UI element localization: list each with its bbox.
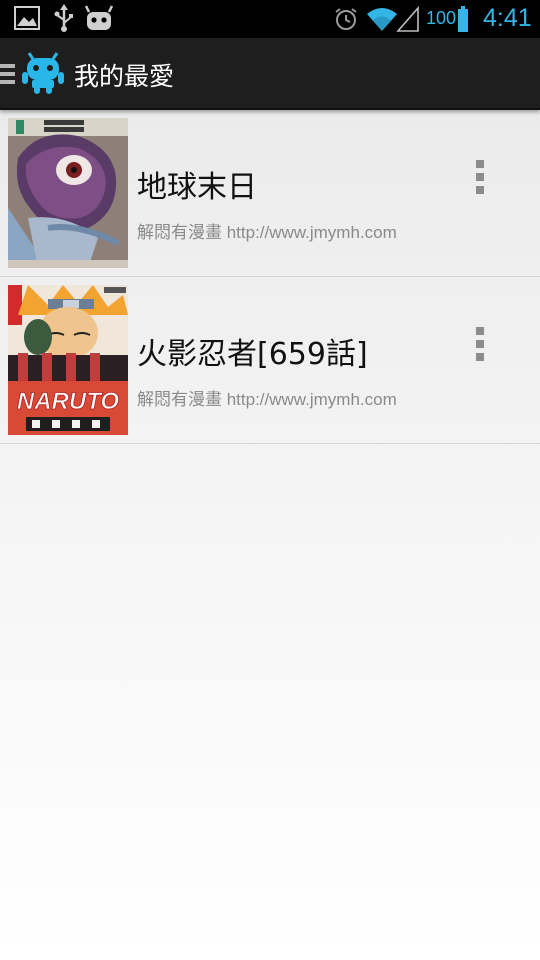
battery-icon	[458, 6, 468, 32]
item-title: 火影忍者[659話]	[137, 337, 368, 372]
drawer-indicator-icon[interactable]	[0, 63, 16, 85]
item-source: 解悶有漫畫 http://www.jmymh.com	[137, 390, 397, 409]
list-item[interactable]: NARUTO 火影忍者[659話] 解悶有漫畫 http://www.jmymh…	[0, 277, 540, 444]
page-title: 我的最愛	[74, 62, 175, 91]
manga-cover-image: NARUTO	[8, 285, 128, 435]
item-source: 解悶有漫畫 http://www.jmymh.com	[137, 223, 397, 242]
favorites-list: 地球末日 解悶有漫畫 http://www.jmymh.com NARUTO 火…	[0, 110, 540, 444]
manga-cover-image	[8, 118, 128, 268]
item-title: 地球末日	[137, 170, 257, 205]
overflow-menu-icon[interactable]	[466, 327, 494, 367]
signal-icon	[396, 6, 419, 32]
gallery-icon	[14, 6, 40, 30]
overflow-menu-icon[interactable]	[466, 160, 494, 200]
alarm-icon	[335, 8, 357, 30]
app-robot-icon[interactable]	[22, 52, 64, 94]
wifi-icon	[367, 8, 397, 31]
cover-logo-text: NARUTO	[17, 388, 120, 415]
list-item[interactable]: 地球末日 解悶有漫畫 http://www.jmymh.com	[0, 110, 540, 277]
action-bar: 我的最愛	[0, 38, 540, 110]
usb-icon	[54, 4, 73, 32]
status-bar: 100 4:41	[0, 0, 540, 38]
battery-level-text: 100	[426, 8, 457, 28]
android-debug-icon	[84, 5, 114, 30]
clock: 4:41	[483, 4, 532, 32]
